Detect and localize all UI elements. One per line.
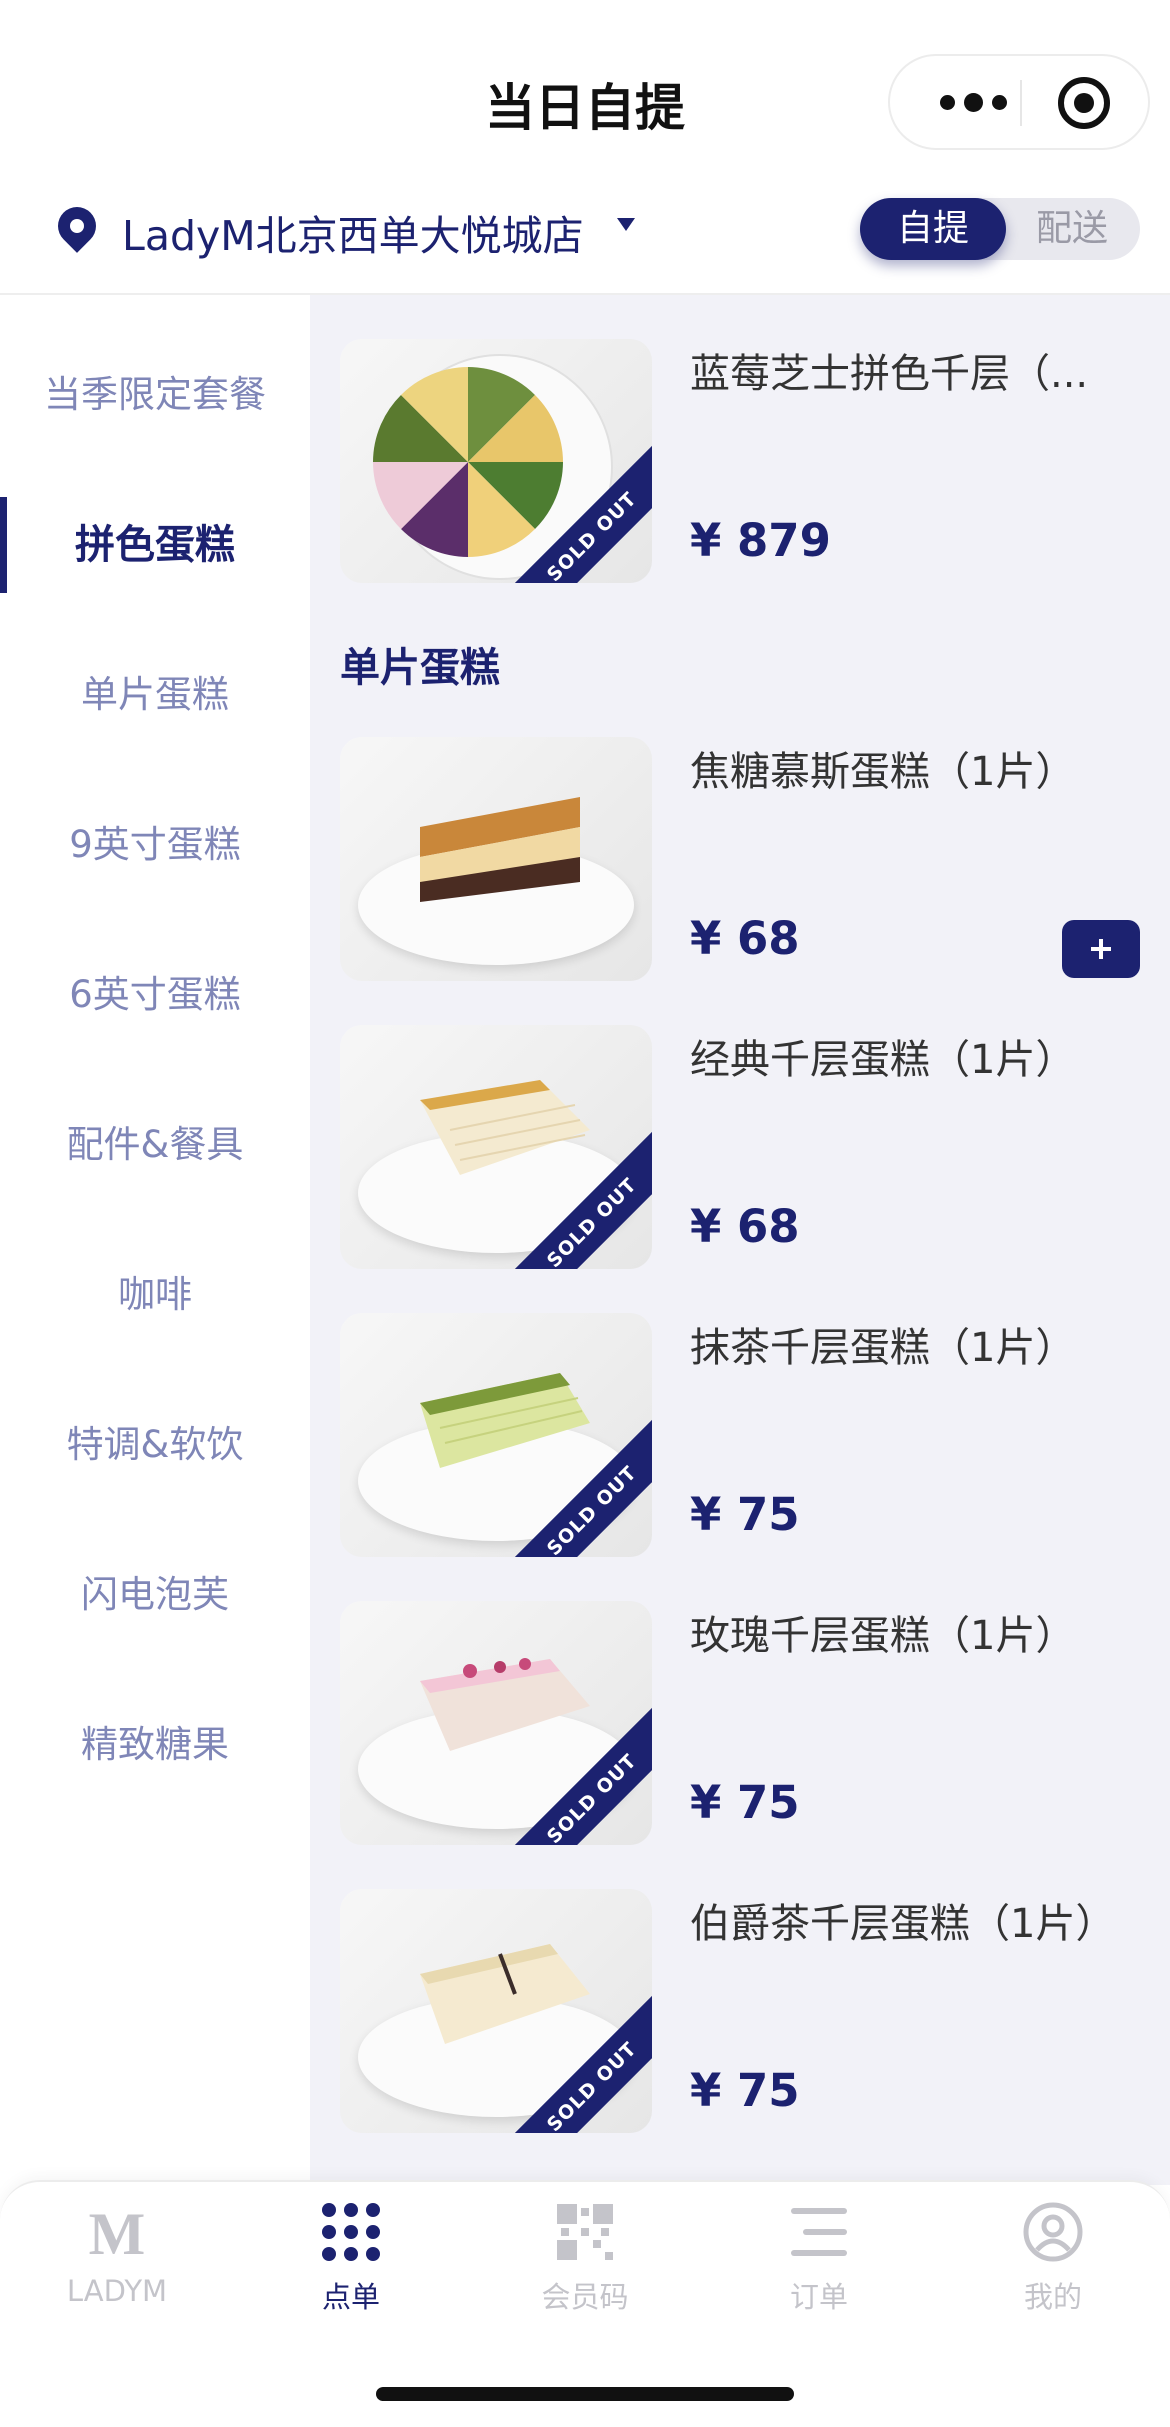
product-price: ¥ 879 xyxy=(690,514,831,567)
tab-member-code[interactable]: 会员码 xyxy=(468,2202,702,2322)
product-image: SOLD OUT xyxy=(340,1313,652,1557)
product-card[interactable]: SOLD OUT 经典千层蛋糕（1片） ¥ 68 xyxy=(310,1025,1170,1275)
matcha-crepe-illustration xyxy=(420,1373,590,1468)
category-item[interactable]: 单片蛋糕 xyxy=(0,645,310,745)
product-name: 经典千层蛋糕（1片） xyxy=(690,1037,1076,1083)
tab-ladym[interactable]: M LADYM xyxy=(0,2202,234,2322)
product-image: SOLD OUT xyxy=(340,1601,652,1845)
add-to-cart-button[interactable] xyxy=(1062,920,1140,978)
product-price: ¥ 75 xyxy=(690,1776,800,1829)
product-image: SOLD OUT xyxy=(340,339,652,583)
pickup-mode-button[interactable]: 自提 xyxy=(860,198,1006,260)
location-pin-icon xyxy=(50,199,104,253)
product-card[interactable]: 焦糖慕斯蛋糕（1片） ¥ 68 xyxy=(310,737,1170,987)
user-icon xyxy=(1023,2202,1083,2262)
category-item[interactable]: 6英寸蛋糕 xyxy=(0,945,310,1045)
category-item[interactable]: 特调&软饮 xyxy=(0,1395,310,1495)
tab-label: 我的 xyxy=(1023,2280,1082,2314)
rose-crepe-illustration xyxy=(420,1658,590,1751)
tab-profile[interactable]: 我的 xyxy=(936,2202,1170,2322)
product-price: ¥ 75 xyxy=(690,2064,800,2117)
qr-code-icon xyxy=(557,2204,613,2260)
svg-text:M: M xyxy=(89,2202,146,2262)
store-name[interactable]: LadyM北京西单大悦城店 xyxy=(122,202,584,262)
mini-program-capsule xyxy=(888,54,1150,150)
crepe-cake-illustration xyxy=(420,1080,590,1175)
nav-header: 当日自提 xyxy=(0,0,1170,205)
tab-label: 订单 xyxy=(789,2280,848,2314)
capsule-divider xyxy=(1020,80,1022,126)
earl-grey-crepe-illustration xyxy=(420,1944,590,2044)
product-card[interactable]: SOLD OUT 伯爵茶千层蛋糕（1片） ¥ 75 xyxy=(310,1889,1170,2139)
product-name: 抹茶千层蛋糕（1片） xyxy=(690,1325,1076,1371)
product-name: 伯爵茶千层蛋糕（1片） xyxy=(690,1901,1116,1947)
tab-order[interactable]: 点单 xyxy=(234,2202,468,2322)
ladym-logo-icon: M xyxy=(89,2202,146,2262)
product-name: 玫瑰千层蛋糕（1片） xyxy=(690,1613,1076,1659)
category-item[interactable]: 配件&餐具 xyxy=(0,1095,310,1195)
product-image xyxy=(340,737,652,981)
category-item[interactable]: 精致糖果 xyxy=(0,1695,310,1795)
product-price: ¥ 68 xyxy=(690,912,800,965)
more-menu-icon[interactable] xyxy=(928,56,1018,148)
tab-label: LADYM xyxy=(66,2274,168,2308)
category-item-active[interactable]: 拼色蛋糕 xyxy=(0,495,310,595)
caramel-cake-illustration xyxy=(420,797,580,902)
delivery-mode-button[interactable]: 配送 xyxy=(1010,198,1134,260)
category-item[interactable]: 闪电泡芙 xyxy=(0,1545,310,1645)
home-indicator[interactable] xyxy=(376,2387,794,2401)
product-name: 蓝莓芝士拼色千层（... xyxy=(690,351,1089,397)
dropdown-caret-icon[interactable] xyxy=(617,218,635,231)
product-card[interactable]: SOLD OUT 玫瑰千层蛋糕（1片） ¥ 75 xyxy=(310,1601,1170,1851)
tab-label: 会员码 xyxy=(541,2280,629,2314)
product-name: 焦糖慕斯蛋糕（1片） xyxy=(690,749,1076,795)
product-image: SOLD OUT xyxy=(340,1889,652,2133)
category-item[interactable]: 9英寸蛋糕 xyxy=(0,795,310,895)
product-card[interactable]: SOLD OUT 蓝莓芝士拼色千层（... ¥ 879 xyxy=(310,339,1170,589)
category-item[interactable]: 咖啡 xyxy=(0,1245,310,1345)
tab-orders[interactable]: 订单 xyxy=(702,2202,936,2322)
category-item[interactable]: 当季限定套餐 xyxy=(0,345,310,445)
product-price: ¥ 75 xyxy=(690,1488,800,1541)
section-title: 单片蛋糕 xyxy=(340,645,500,691)
list-icon xyxy=(791,2208,847,2256)
grid-dots-icon xyxy=(322,2203,380,2261)
product-image: SOLD OUT xyxy=(340,1025,652,1269)
product-card[interactable]: SOLD OUT 抹茶千层蛋糕（1片） ¥ 75 xyxy=(310,1313,1170,1563)
tab-label: 点单 xyxy=(321,2280,380,2314)
category-sidebar: 当季限定套餐 拼色蛋糕 单片蛋糕 9英寸蛋糕 6英寸蛋糕 配件&餐具 咖啡 特调… xyxy=(0,295,310,2185)
store-selector-bar: LadyM北京西单大悦城店 自提 配送 xyxy=(0,190,1170,295)
product-list: SOLD OUT 蓝莓芝士拼色千层（... ¥ 879 单片蛋糕 焦糖慕斯蛋糕（… xyxy=(310,295,1170,2185)
close-target-icon[interactable] xyxy=(1058,77,1110,129)
product-price: ¥ 68 xyxy=(690,1200,800,1253)
fulfillment-mode-toggle: 自提 配送 xyxy=(860,198,1140,260)
